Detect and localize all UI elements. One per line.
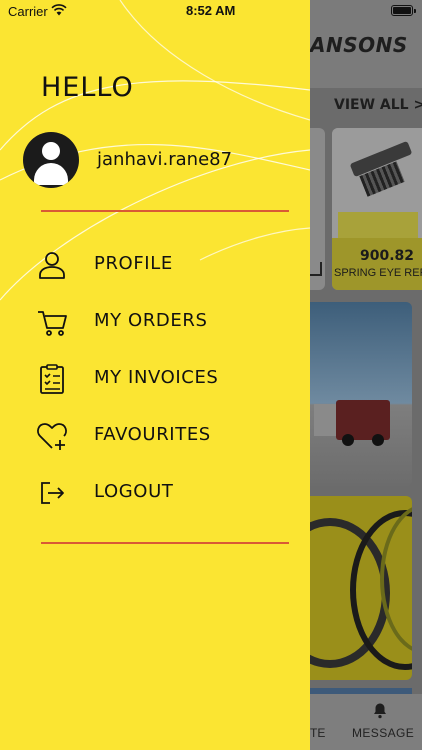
- divider-top: [41, 210, 289, 212]
- brand-logo-text: ANSONS: [310, 33, 408, 57]
- tab-partial-label[interactable]: TE: [310, 726, 325, 740]
- side-drawer: HELLO janhavi.rane87 PROFILE MY ORDERS M…: [0, 0, 310, 750]
- tab-bar: [310, 694, 422, 750]
- menu-item-label: MY INVOICES: [94, 367, 219, 388]
- menu-item-my-invoices[interactable]: MY INVOICES: [30, 355, 290, 401]
- wifi-icon: [51, 4, 67, 16]
- heart-plus-icon: [37, 423, 67, 450]
- trailer-image: [314, 404, 336, 436]
- person-icon: [39, 252, 65, 279]
- logout-icon: [41, 482, 64, 504]
- product-card[interactable]: [332, 128, 422, 290]
- product-name: SPRING EYE REP: [334, 267, 422, 279]
- seals-banner[interactable]: [310, 496, 412, 680]
- product-card-partial[interactable]: [306, 128, 325, 290]
- product-price: 900.82: [360, 248, 415, 264]
- cart-icon: [38, 311, 67, 336]
- menu-item-label: FAVOURITES: [94, 424, 211, 445]
- status-time: 8:52 AM: [186, 3, 236, 18]
- product-card-footer: [332, 238, 422, 290]
- menu-item-logout[interactable]: LOGOUT: [30, 469, 290, 515]
- menu-item-label: LOGOUT: [94, 481, 174, 502]
- avatar-head: [42, 142, 60, 160]
- menu-item-label: PROFILE: [94, 253, 173, 274]
- divider-bottom: [41, 542, 289, 544]
- truck-banner[interactable]: [310, 302, 412, 486]
- username: janhavi.rane87: [97, 149, 233, 170]
- avatar-body: [34, 163, 68, 185]
- battery-icon: [391, 5, 416, 16]
- wheel-image: [342, 434, 354, 446]
- menu-item-label: MY ORDERS: [94, 310, 208, 331]
- bell-icon[interactable]: [371, 702, 389, 720]
- greeting-heading: HELLO: [41, 72, 134, 103]
- menu-item-profile[interactable]: PROFILE: [30, 241, 290, 287]
- menu-item-my-orders[interactable]: MY ORDERS: [30, 298, 290, 344]
- wheel-image: [372, 434, 384, 446]
- avatar[interactable]: [23, 132, 79, 188]
- view-all-link[interactable]: VIEW ALL >: [334, 97, 422, 113]
- tab-message[interactable]: MESSAGE: [352, 726, 414, 740]
- menu-item-favourites[interactable]: FAVOURITES: [30, 412, 290, 458]
- status-bar: Carrier 8:52 AM: [0, 0, 422, 22]
- product-label-image: [338, 212, 418, 238]
- carrier-label: Carrier: [8, 4, 48, 19]
- clipboard-checklist-icon: [40, 364, 64, 394]
